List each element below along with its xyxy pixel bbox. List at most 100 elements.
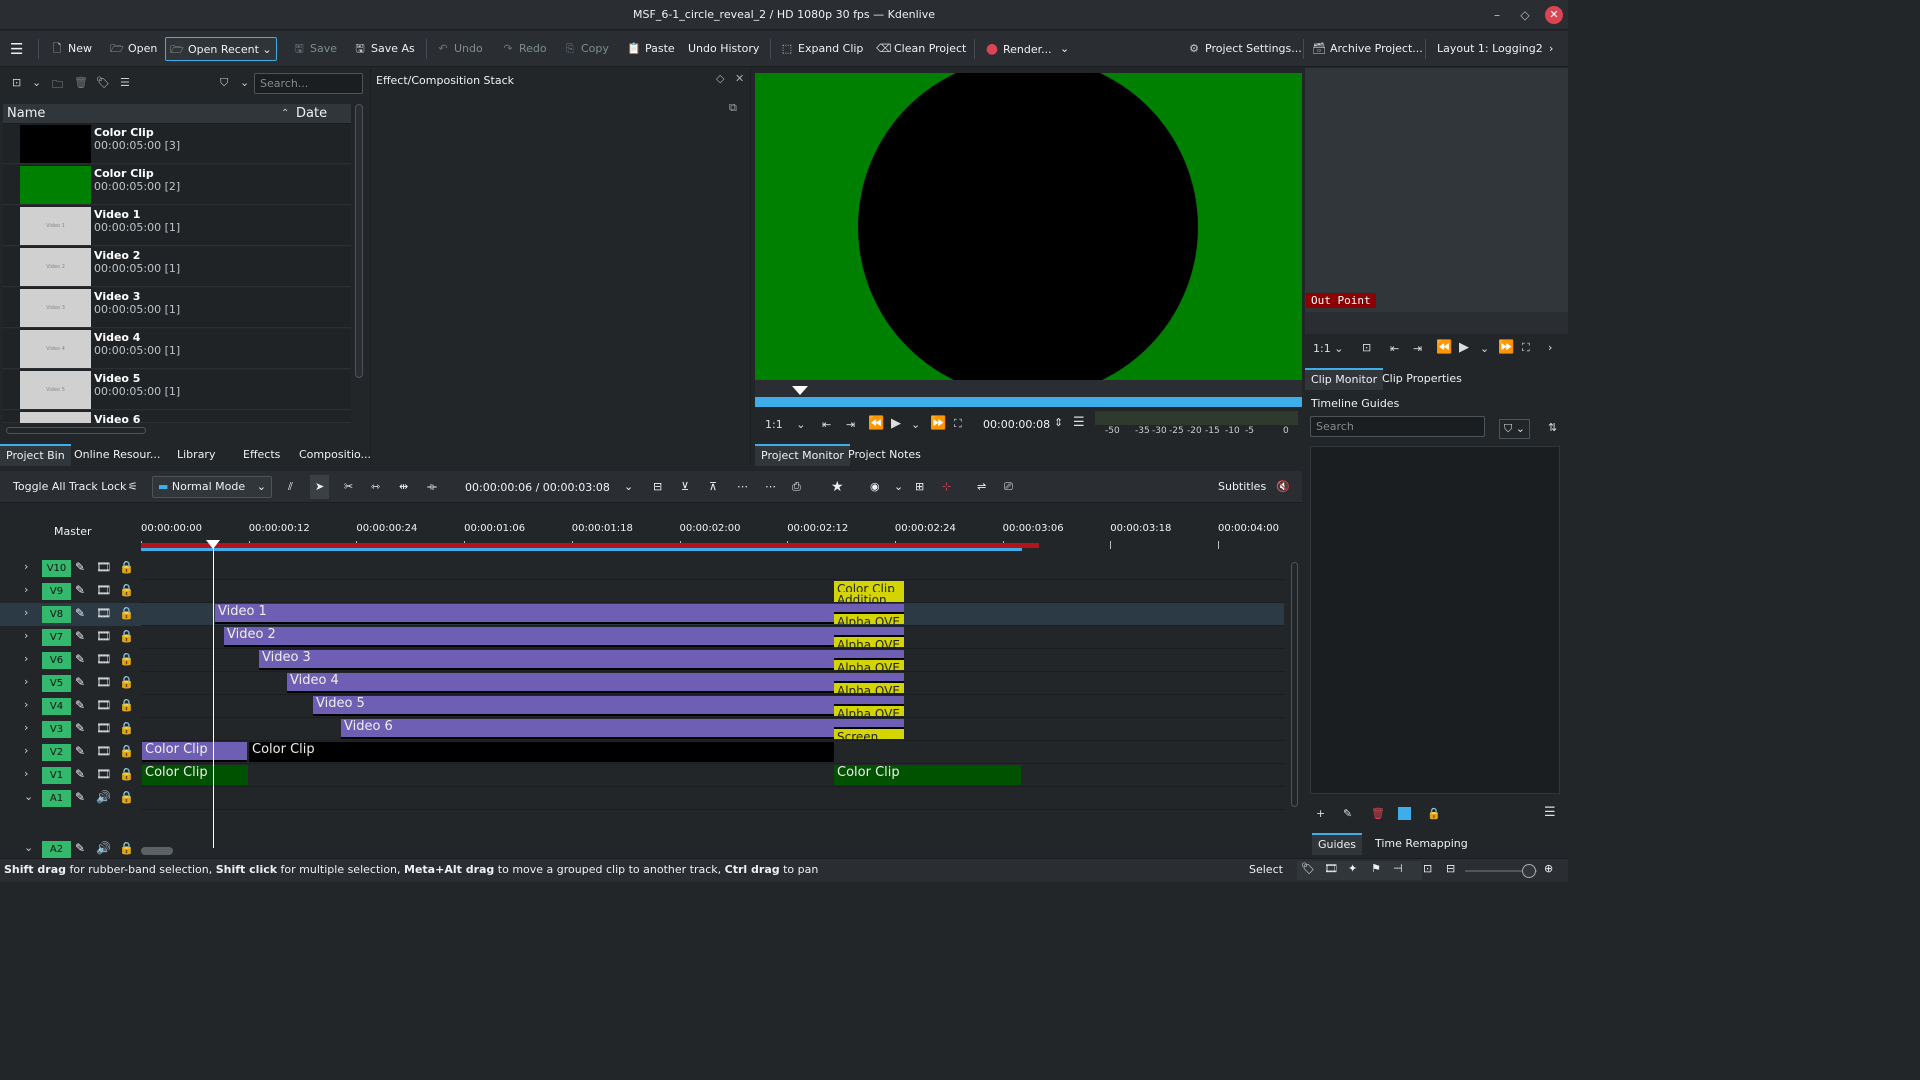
lock-icon[interactable]: 🔒 xyxy=(119,583,134,597)
chevron-down-icon[interactable]: ⌄ xyxy=(894,475,903,499)
timeline-scrollbar-vertical[interactable] xyxy=(1291,562,1298,807)
timeline-clip[interactable]: Video 6 xyxy=(341,719,834,739)
overwrite-icon[interactable]: ⊻ xyxy=(681,475,689,499)
add-guide-icon[interactable]: + xyxy=(1316,807,1325,820)
monitor-menu-icon[interactable]: ☰ xyxy=(1073,415,1085,430)
film-icon[interactable]: 🎞 xyxy=(96,606,111,620)
clip-ruler[interactable] xyxy=(1305,312,1568,334)
track-name[interactable]: V7 xyxy=(42,629,71,646)
chevron-right-icon[interactable]: › xyxy=(24,652,28,665)
zoom-in-icon[interactable]: ⊕ xyxy=(1544,862,1553,875)
bin-scrollbar-vertical[interactable] xyxy=(355,104,363,378)
filter-icon[interactable]: ⛉ xyxy=(220,76,228,90)
track-header[interactable]: › V6 ✎ 🎞 🔒 xyxy=(0,649,141,672)
list-view-icon[interactable]: ☰ xyxy=(120,76,130,89)
timeline-clip[interactable] xyxy=(834,719,904,729)
lock-icon[interactable]: 🔒 xyxy=(119,744,134,758)
chevron-right-icon[interactable]: › xyxy=(24,698,28,711)
chevron-right-icon[interactable]: › xyxy=(1549,37,1553,61)
float-icon[interactable]: ◇ xyxy=(716,72,724,85)
effect-wand-icon[interactable]: ✎ xyxy=(75,675,85,689)
redo-button[interactable]: ↷ Redo xyxy=(501,37,546,61)
chevron-down-icon[interactable]: ⌄ xyxy=(624,475,633,499)
roll-tool-icon[interactable]: ⟛ xyxy=(427,475,437,499)
effect-wand-icon[interactable]: ✎ xyxy=(75,790,85,804)
timeline-clip[interactable]: Screen xyxy=(834,729,904,739)
track-name[interactable]: V8 xyxy=(42,606,71,623)
chevron-down-icon[interactable]: ⌄ xyxy=(911,418,920,431)
insert-icon[interactable]: ⊟ xyxy=(653,475,662,499)
lock-icon[interactable]: 🔒 xyxy=(119,841,134,855)
timeline-clip[interactable]: Color Clip xyxy=(142,742,247,762)
multicam-icon[interactable]: ⎙ xyxy=(792,475,801,499)
track-header[interactable]: › V8 ✎ 🎞 🔒 xyxy=(0,603,141,626)
monitor-ruler[interactable] xyxy=(755,397,1302,407)
forward-icon[interactable]: ⏩ xyxy=(930,416,946,431)
timeline-clip[interactable]: Addition xyxy=(834,592,904,602)
spacer-tool-icon[interactable]: ⫽ xyxy=(288,475,293,499)
chevron-right-icon[interactable]: › xyxy=(24,675,28,688)
chevron-right-icon[interactable]: › xyxy=(24,606,28,619)
toggle-all-track-lock-button[interactable]: Toggle All Track Lock xyxy=(13,475,126,499)
chevron-down-icon[interactable]: ⌄ xyxy=(1480,342,1489,355)
lock-icon[interactable]: 🔒 xyxy=(119,790,134,804)
track-lane[interactable] xyxy=(141,764,1284,787)
lock-icon[interactable]: 🔒 xyxy=(119,698,134,712)
track-header[interactable]: › V9 ✎ 🎞 🔒 xyxy=(0,580,141,603)
snap-icon[interactable]: ⊞ xyxy=(915,475,924,499)
film-icon[interactable]: 🎞 xyxy=(96,629,111,643)
timeline-timecode[interactable]: 00:00:00:06 / 00:00:03:08 xyxy=(465,481,610,494)
track-name[interactable]: V9 xyxy=(42,583,71,600)
track-lane[interactable] xyxy=(141,580,1284,603)
mixer-icon[interactable]: ⇌ xyxy=(977,475,986,499)
chevron-right-icon[interactable]: › xyxy=(24,583,28,596)
clip-rewind-icon[interactable]: ⏪ xyxy=(1436,340,1452,355)
play-icon[interactable]: ▶ xyxy=(891,416,901,431)
timeline-clip[interactable]: Color Clip xyxy=(834,581,904,592)
film-icon[interactable]: 🎞 xyxy=(96,744,111,758)
record-audio-icon[interactable]: ◉ xyxy=(870,475,880,499)
close-icon[interactable]: ✕ xyxy=(1545,6,1563,24)
clean-project-button[interactable]: ⌫ Clean Project xyxy=(876,37,966,61)
film-icon[interactable]: 🎞 xyxy=(96,583,111,597)
clip-monitor-screen[interactable] xyxy=(1305,68,1568,312)
paste-button[interactable]: 📋 Paste xyxy=(627,37,675,61)
effect-wand-icon[interactable]: ✎ xyxy=(75,629,85,643)
clip-set-out-icon[interactable]: ⇥ xyxy=(1413,342,1422,355)
track-name[interactable]: V5 xyxy=(42,675,71,692)
track-name[interactable]: V6 xyxy=(42,652,71,669)
monitor-screen[interactable] xyxy=(755,73,1302,380)
timeline-clip[interactable] xyxy=(834,627,904,637)
track-header[interactable]: › V2 ✎ 🎞 🔒 xyxy=(0,741,141,764)
extract-icon[interactable]: ⊼ xyxy=(709,475,717,499)
timeline-mode-select[interactable]: ▬ Normal Mode ⌄ xyxy=(152,476,272,498)
zoom-fit-icon[interactable]: ⊡ xyxy=(1423,862,1432,875)
timeline-playhead-handle[interactable] xyxy=(206,540,220,549)
effect-wand-icon[interactable]: ✎ xyxy=(75,721,85,735)
chevron-right-icon[interactable]: › xyxy=(24,721,28,734)
clip-fullscreen-icon[interactable]: ⛶ xyxy=(1522,341,1530,355)
effect-wand-icon[interactable]: ✎ xyxy=(75,744,85,758)
chevron-right-icon[interactable]: › xyxy=(24,744,28,757)
timeline-clip[interactable]: Alpha OVE xyxy=(834,683,904,693)
open-button[interactable]: 🗁 Open xyxy=(110,37,157,61)
chevron-down-icon[interactable]: ⌄ xyxy=(32,76,41,89)
folder-icon[interactable]: 🗀 xyxy=(52,76,63,95)
guides-filter-icon[interactable]: ⛉ ⌄ xyxy=(1499,419,1530,439)
bin-item[interactable]: Color Clip 00:00:05:00 [3] xyxy=(3,124,351,164)
film-icon[interactable]: 🎞 xyxy=(96,652,111,666)
track-name[interactable]: V1 xyxy=(42,767,71,784)
favorite-star-icon[interactable]: ★ xyxy=(831,475,844,499)
tab-project-notes[interactable]: Project Notes xyxy=(842,444,927,466)
timeline-clip[interactable] xyxy=(834,604,904,614)
chevron-right-icon[interactable]: › xyxy=(24,629,28,642)
date-column-header[interactable]: Date xyxy=(296,106,327,121)
timeline-clip[interactable] xyxy=(834,673,904,683)
tab-time-remapping[interactable]: Time Remapping xyxy=(1369,833,1474,855)
effect-wand-icon[interactable]: ✎ xyxy=(75,560,85,574)
zone-icon[interactable]: ⊹ xyxy=(942,475,951,499)
status-flag-icon[interactable]: ⚑ xyxy=(1371,862,1381,875)
track-name[interactable]: V10 xyxy=(42,560,71,577)
tab-project-monitor[interactable]: Project Monitor xyxy=(755,444,850,466)
timeline-clip[interactable]: Video 2 xyxy=(224,627,834,647)
